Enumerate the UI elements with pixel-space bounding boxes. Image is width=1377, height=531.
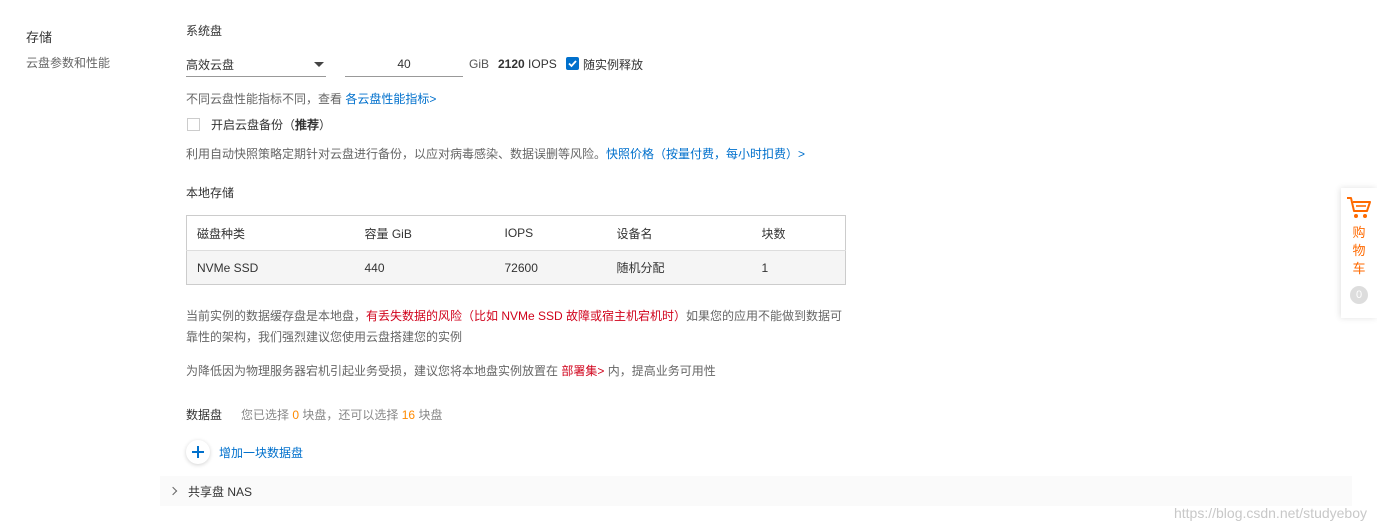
add-data-disk-label[interactable]: 增加一块数据盘 [219,444,303,461]
snapshot-price-link[interactable]: 快照价格（按量付费，每小时扣费）> [606,147,805,161]
column-header: 块数 [751,215,846,251]
enable-backup-checkbox[interactable] [187,118,200,131]
deployment-set-link[interactable]: 部署集> [561,364,604,378]
section-subtitle: 云盘参数和性能 [26,56,111,70]
warning-risk-text: 有丢失数据的风险（比如 NVMe SSD 故障或宿主机宕机时） [366,309,687,323]
iops-label: IOPS [528,57,557,71]
system-disk-title: 系统盘 [186,24,223,38]
disk-type-selected-value: 高效云盘 [186,57,235,72]
backup-label-suffix: ） [319,118,332,132]
enable-backup-label[interactable]: 开启云盘备份（推荐） [211,116,331,133]
table-row: NVMe SSD 440 72600 随机分配 1 [186,250,846,285]
performance-hint-text: 不同云盘性能指标不同，查看 [186,92,343,106]
shared-nas-label: 共享盘 NAS [188,484,253,499]
quota-text: 您已选择 [241,408,290,422]
backup-description: 利用自动快照策略定期针对云盘进行备份，以应对病毒感染、数据误删等风险。快照价格（… [186,145,805,162]
column-header: IOPS [494,215,607,251]
quota-text: 块盘，还可以选择 [302,408,399,422]
column-header: 设备名 [606,215,752,251]
shared-nas-expander[interactable]: 共享盘 NAS [160,476,1352,506]
data-loss-warning: 当前实例的数据缓存盘是本地盘，有丢失数据的风险（比如 NVMe SSD 故障或宿… [186,306,851,348]
quota-text: 块盘 [418,408,443,422]
release-with-instance-label[interactable]: 随实例释放 [583,56,643,73]
warning-text: 当前实例的数据缓存盘是本地盘， [186,309,367,323]
cart-count-badge: 0 [1350,286,1368,304]
table-cell: 440 [354,250,495,285]
iops-value: 2120 [498,57,525,71]
remaining-count: 16 [401,408,416,422]
local-storage-title: 本地存储 [186,186,235,200]
backup-label-prefix: 开启云盘备份（ [211,118,296,132]
local-storage-table: 磁盘种类 容量 GiB IOPS 设备名 块数 NVMe SSD 440 726… [186,215,846,285]
hint-text: 为降低因为物理服务器宕机引起业务受损，建议您将本地盘实例放置在 [186,364,559,378]
chevron-right-icon [168,486,178,496]
column-header: 磁盘种类 [186,215,355,251]
disk-size-unit: GiB [469,57,490,71]
hint-text: 内，提高业务可用性 [607,364,716,378]
disk-iops-readout: 2120 IOPS [498,57,557,71]
data-disk-quota-note: 您已选择 0 块盘，还可以选择 16 块盘 [241,406,442,423]
watermark: https://blog.csdn.net/studyeboy [1173,505,1367,521]
performance-hint: 不同云盘性能指标不同，查看 各云盘性能指标> [186,90,436,107]
table-cell: 随机分配 [606,250,752,285]
add-data-disk-button[interactable] [186,440,210,464]
release-with-instance-checkbox[interactable] [566,57,579,70]
shopping-cart-label: 购物车 [1352,225,1366,276]
selected-count: 0 [292,408,300,422]
table-cell: 1 [751,250,846,285]
section-title: 存储 [26,30,53,45]
plus-icon [192,446,204,458]
backup-label-recommended: 推荐 [295,118,320,132]
data-disk-title: 数据盘 [186,408,223,422]
table-cell: NVMe SSD [186,250,355,285]
checkmark-icon [568,60,577,68]
cart-icon [1347,197,1371,218]
table-cell: 72600 [494,250,607,285]
column-header: 容量 GiB [354,215,495,251]
disk-size-input[interactable] [345,52,463,77]
chevron-down-icon [314,61,324,67]
table-header-row: 磁盘种类 容量 GiB IOPS 设备名 块数 [186,215,846,251]
backup-description-text: 利用自动快照策略定期针对云盘进行备份，以应对病毒感染、数据误删等风险。 [186,147,607,161]
disk-type-select[interactable]: 高效云盘 [186,52,326,77]
shopping-cart-panel[interactable]: 购物车 0 [1341,188,1377,318]
deployment-set-hint: 为降低因为物理服务器宕机引起业务受损，建议您将本地盘实例放置在 部署集> 内，提… [186,362,716,379]
performance-metrics-link[interactable]: 各云盘性能指标> [345,92,436,106]
